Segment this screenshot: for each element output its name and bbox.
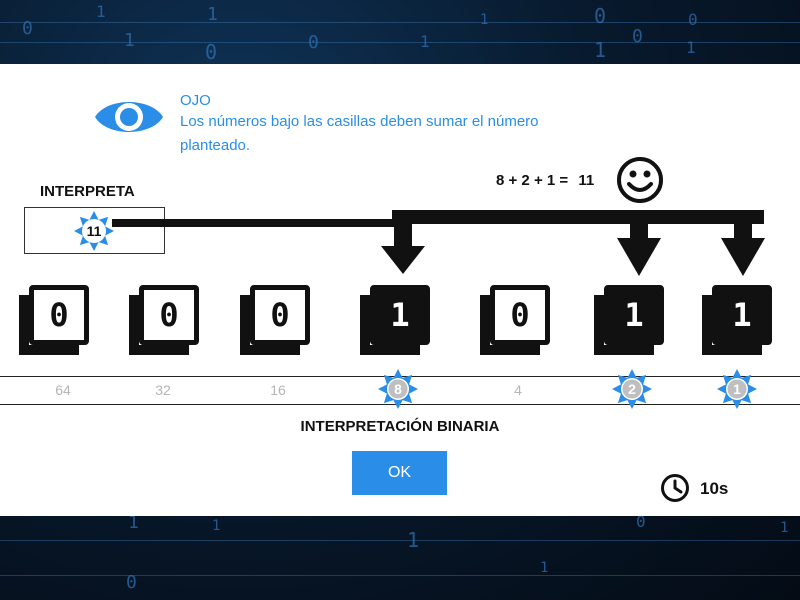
bit-value: 1 [732, 296, 752, 334]
bit-value: 0 [49, 296, 69, 334]
bit-value: 0 [270, 296, 290, 334]
selected-weight-badge: 8 [378, 369, 418, 409]
bit-weight: 16 [270, 382, 286, 398]
selected-weight-badge: 2 [612, 369, 652, 409]
timer-value: 10s [700, 479, 729, 498]
bit-card[interactable]: 1 [360, 285, 430, 355]
interpret-value: 11 [86, 223, 102, 239]
bit-value: 1 [624, 296, 644, 334]
bit-card[interactable]: 1 [594, 285, 664, 355]
bit-card[interactable]: 1 [702, 285, 772, 355]
badge-number: 8 [394, 381, 402, 397]
bit-value: 0 [159, 296, 179, 334]
bit-value: 0 [510, 296, 530, 334]
badge-number: 2 [628, 381, 636, 397]
binary-interpretation-title: INTERPRETACIÓN BINARIA [300, 418, 500, 435]
clock-icon [661, 474, 689, 502]
bit-card[interactable]: 0 [19, 285, 89, 355]
bit-card[interactable]: 0 [240, 285, 310, 355]
bit-value: 1 [390, 296, 410, 334]
bit-card[interactable]: 0 [480, 285, 550, 355]
interpret-value-badge: 11 [74, 211, 114, 251]
bit-weight: 32 [155, 382, 171, 398]
bit-card[interactable]: 0 [129, 285, 199, 355]
badge-number: 1 [733, 381, 741, 397]
ok-button[interactable]: OK [352, 451, 447, 495]
bit-weight: 64 [55, 382, 71, 398]
selected-weight-badge: 1 [717, 369, 757, 409]
bit-weight: 4 [514, 382, 522, 398]
